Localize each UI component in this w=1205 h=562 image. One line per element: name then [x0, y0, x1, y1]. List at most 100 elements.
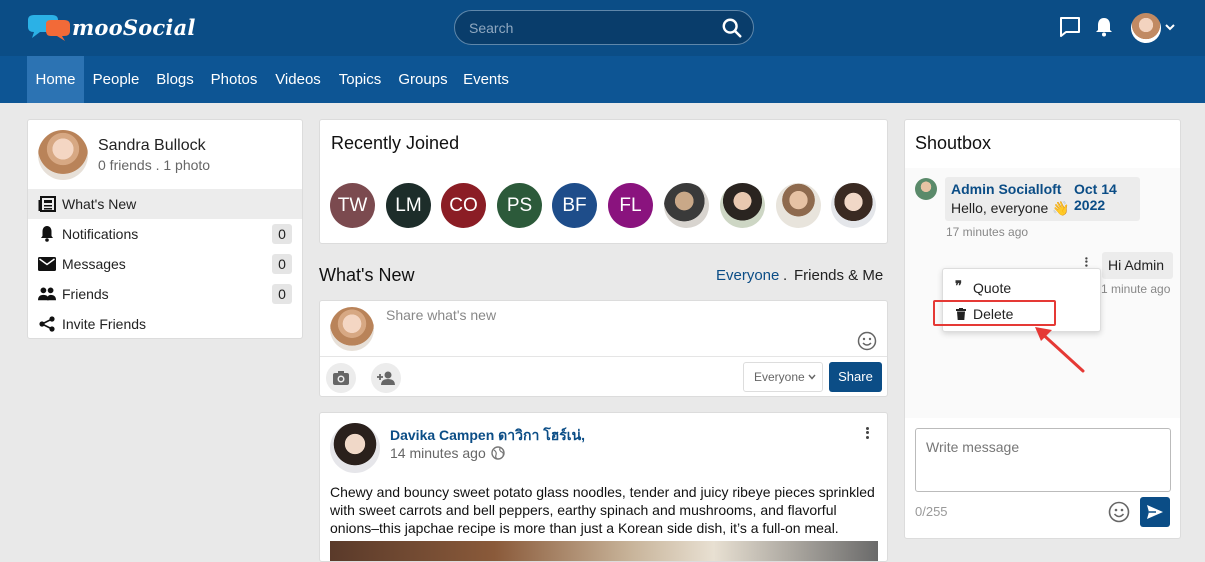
bell-icon[interactable]	[1092, 15, 1116, 39]
envelope-icon	[38, 257, 56, 271]
menu-label: Invite Friends	[62, 316, 147, 332]
nav-photos[interactable]: Photos	[204, 56, 264, 103]
search-box[interactable]	[454, 10, 754, 45]
add-person-icon	[377, 371, 395, 385]
tag-friend-button[interactable]	[371, 363, 401, 393]
post-body: Chewy and bouncy sweet potato glass nood…	[330, 484, 875, 536]
recently-joined-title: Recently Joined	[331, 133, 460, 153]
profile-name[interactable]: Sandra Bullock	[98, 137, 206, 155]
post-time[interactable]: 14 minutes ago	[390, 445, 486, 461]
divider	[320, 356, 887, 357]
menu-messages[interactable]: Messages 0	[28, 249, 302, 279]
camera-icon	[333, 371, 349, 385]
member-avatar[interactable]	[720, 183, 765, 228]
chat-icon[interactable]	[1058, 15, 1082, 39]
member-initials: CO	[449, 195, 478, 216]
menu-friends[interactable]: Friends 0	[28, 279, 302, 309]
profile-avatar[interactable]	[38, 130, 88, 180]
post-image[interactable]	[330, 541, 878, 561]
member-avatar[interactable]	[776, 183, 821, 228]
filter-everyone[interactable]: Everyone	[716, 267, 779, 284]
member-avatar[interactable]: FL	[608, 183, 653, 228]
message-bubble: Hi Admin	[1102, 252, 1173, 279]
message-text: Hello, everyone 👋	[951, 200, 1070, 216]
chevron-down-icon	[808, 374, 816, 380]
message-input[interactable]: Write message	[915, 428, 1171, 492]
filter-friends-me[interactable]: Friends & Me	[794, 267, 883, 284]
menu-label: What's New	[62, 196, 137, 212]
menu-label: Friends	[62, 286, 109, 302]
feed-post: Davika Campen ดาวิกา โฮร์เน่, 14 minutes…	[319, 412, 888, 562]
top-bar: mooSocial	[0, 0, 1205, 56]
message-date: Oct 14 2022	[1074, 181, 1117, 213]
shoutbox-title: Shoutbox	[915, 133, 992, 153]
share-icon	[39, 316, 55, 332]
member-avatar[interactable]: LM	[386, 183, 431, 228]
post-options-icon[interactable]	[865, 425, 869, 441]
whats-new-title: What's New	[319, 265, 415, 285]
member-initials: FL	[619, 195, 642, 216]
nav-groups[interactable]: Groups	[392, 56, 454, 103]
post-author-avatar[interactable]	[330, 423, 380, 473]
count-badge: 0	[272, 284, 292, 304]
nav-videos[interactable]: Videos	[268, 56, 328, 103]
message-placeholder: Write message	[926, 439, 1020, 455]
emoji-icon[interactable]	[857, 331, 877, 351]
message-text: Hi Admin	[1108, 257, 1165, 273]
count-badge: 0	[272, 254, 292, 274]
photo-upload-button[interactable]	[326, 363, 356, 393]
message-options-icon[interactable]	[1084, 256, 1088, 269]
char-counter: 0/255	[915, 504, 948, 519]
count-badge: 0	[272, 224, 292, 244]
globe-icon	[491, 446, 505, 460]
people-icon	[38, 287, 56, 301]
composer-input[interactable]: Share what's new	[386, 307, 496, 323]
menu-whats-new[interactable]: What's New	[28, 189, 302, 219]
search-icon[interactable]	[721, 17, 743, 39]
chevron-down-icon[interactable]	[1164, 21, 1176, 33]
annotation-arrow-icon	[1035, 327, 1085, 373]
member-initials: BF	[562, 195, 587, 216]
member-avatar[interactable]	[664, 183, 709, 228]
share-button[interactable]: Share	[829, 362, 882, 392]
message-time: 17 minutes ago	[946, 225, 1029, 239]
nav-people[interactable]: People	[86, 56, 146, 103]
privacy-select[interactable]: Everyone	[743, 362, 823, 392]
filter-separator: .	[783, 267, 788, 284]
member-initials: TW	[337, 195, 368, 216]
admin-avatar[interactable]	[915, 178, 937, 200]
logo[interactable]: mooSocial	[26, 14, 195, 44]
composer-avatar	[330, 307, 374, 351]
menu-quote[interactable]: ❞ Quote	[943, 273, 1100, 301]
member-avatar[interactable]: BF	[552, 183, 597, 228]
member-avatar[interactable]	[831, 183, 876, 228]
member-avatar[interactable]: CO	[441, 183, 486, 228]
nav-topics[interactable]: Topics	[332, 56, 388, 103]
profile-card: Sandra Bullock 0 friends . 1 photo What'…	[27, 119, 303, 339]
post-author-name[interactable]: Davika Campen ดาวิกา โฮร์เน่,	[390, 425, 585, 447]
member-avatar[interactable]: TW	[330, 183, 375, 228]
emoji-icon[interactable]	[1108, 501, 1130, 523]
member-avatar[interactable]: PS	[497, 183, 542, 228]
member-initials: PS	[506, 195, 533, 216]
message-bubble: Admin Socialloft Oct 14 2022 Hello, ever…	[945, 177, 1140, 221]
search-input[interactable]	[469, 19, 709, 37]
privacy-value: Everyone	[754, 370, 805, 384]
main-nav: Home People Blogs Photos Videos Topics G…	[0, 56, 1205, 103]
profile-stats: 0 friends . 1 photo	[98, 157, 211, 173]
nav-events[interactable]: Events	[458, 56, 514, 103]
menu-label: Messages	[62, 256, 126, 272]
menu-label: Notifications	[62, 226, 139, 242]
menu-invite-friends[interactable]: Invite Friends	[28, 309, 302, 339]
send-icon	[1147, 505, 1163, 519]
user-avatar[interactable]	[1131, 13, 1161, 43]
send-button[interactable]	[1140, 497, 1170, 527]
menu-notifications[interactable]: Notifications 0	[28, 219, 302, 249]
menu-label: Quote	[973, 280, 1012, 296]
message-time: 1 minute ago	[1101, 282, 1171, 296]
quote-icon: ❞	[955, 279, 962, 294]
nav-home[interactable]: Home	[27, 56, 84, 103]
nav-blogs[interactable]: Blogs	[148, 56, 202, 103]
logo-text: mooSocial	[72, 15, 196, 40]
message-author[interactable]: Admin Socialloft	[951, 181, 1061, 197]
